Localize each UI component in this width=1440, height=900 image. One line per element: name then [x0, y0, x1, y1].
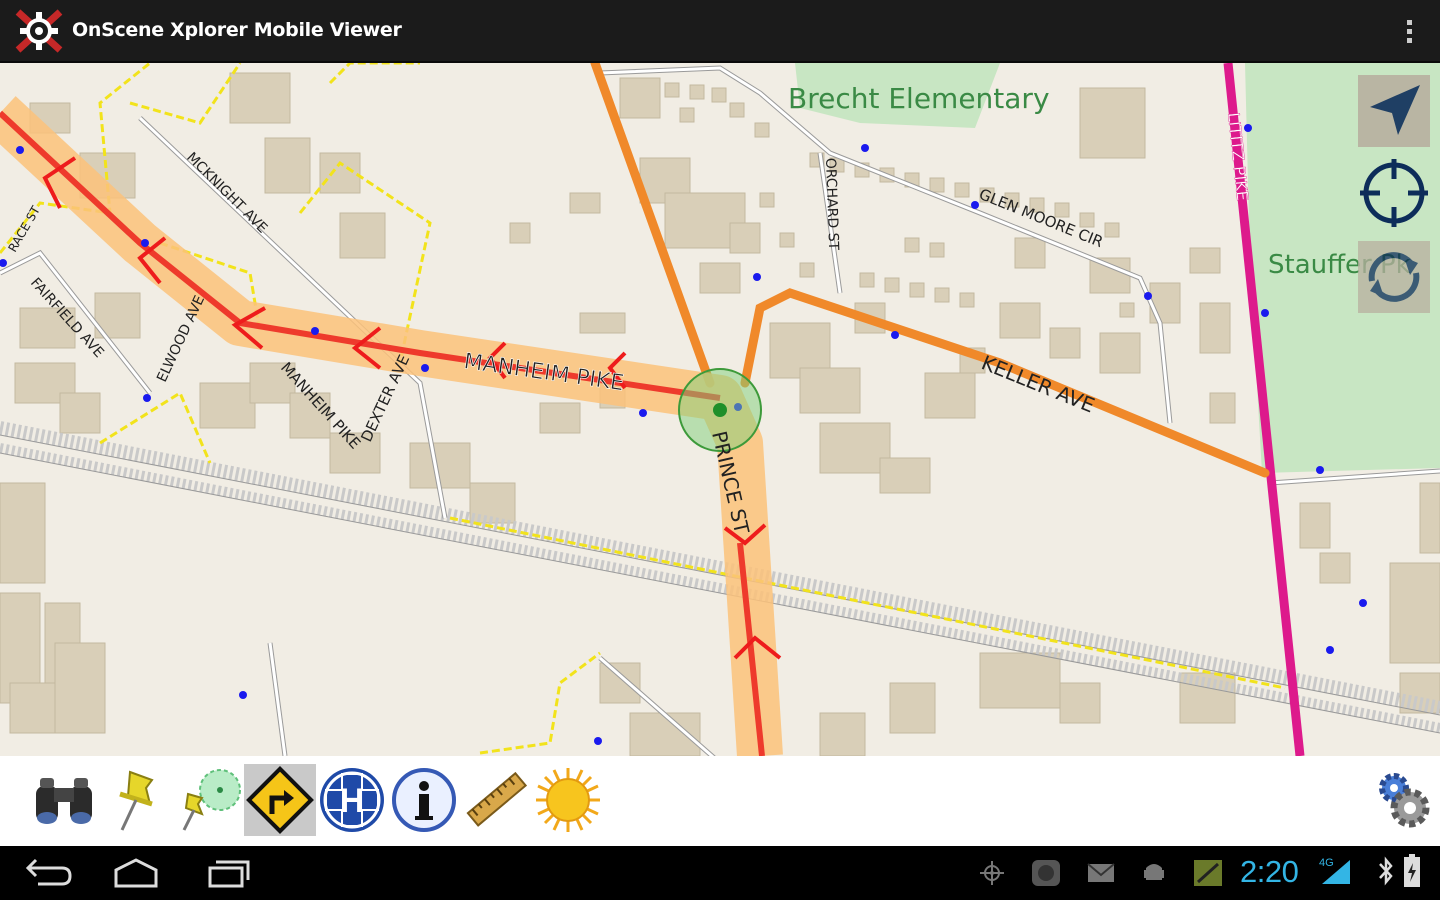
locate-button[interactable] [1358, 157, 1430, 229]
svg-text:4G: 4G [1319, 857, 1334, 869]
route-directions-tool[interactable] [244, 764, 316, 836]
school-label: Brecht Elementary [788, 82, 1050, 115]
home-icon[interactable] [106, 856, 166, 890]
refresh-button[interactable] [1358, 241, 1430, 313]
overflow-menu-icon[interactable] [1402, 18, 1418, 46]
svg-text:H: H [340, 782, 365, 820]
gps-status-icon [980, 861, 1004, 885]
route-directions-icon [246, 766, 314, 834]
keller-ave-label: KELLER AVE [978, 350, 1098, 417]
pushpin-radius-icon [182, 769, 241, 831]
elwood-ave-label: ELWOOD AVE [154, 293, 208, 385]
back-icon[interactable] [16, 856, 76, 890]
binoculars-icon [36, 778, 92, 824]
hospital-icon: H [320, 768, 384, 832]
clock: 2:20 [1240, 854, 1299, 889]
recent-apps-icon[interactable] [196, 856, 256, 890]
action-bar: OnScene Xplorer Mobile Viewer [0, 0, 1440, 63]
signal-4g-icon: 4G [1319, 857, 1350, 884]
race-st-label: RACE ST [5, 203, 43, 254]
weather-sun-icon [536, 768, 600, 832]
settings-button[interactable] [1372, 768, 1436, 832]
orchard-st-label: ORCHARD ST [822, 158, 841, 251]
settings-gears-icon [1379, 773, 1430, 828]
system-navigation-bar: 2:20 4G [0, 846, 1440, 900]
battery-icon [1404, 854, 1420, 887]
info-icon [392, 768, 456, 832]
pushpin-radius-tool[interactable] [172, 764, 244, 836]
bluetooth-icon [1379, 856, 1393, 886]
navigate-button[interactable] [1358, 75, 1430, 147]
pushpin-icon [119, 770, 154, 831]
navigation-arrow-icon [1370, 85, 1420, 135]
info-tool[interactable] [388, 764, 460, 836]
map-canvas[interactable]: Brecht Elementary Stauffer Pk MANHEIM PI… [0, 63, 1440, 756]
tool-bar: H [0, 756, 1440, 846]
weather-tool[interactable] [532, 764, 604, 836]
binoculars-tool[interactable] [28, 764, 100, 836]
email-notification-icon [1087, 863, 1115, 882]
crosshair-locate-icon [1360, 159, 1428, 227]
app-title: OnScene Xplorer Mobile Viewer [72, 19, 402, 41]
app-notification-icon [1032, 860, 1060, 886]
pushpin-tool[interactable] [100, 764, 172, 836]
mcknight-ave-label: MCKNIGHT AVE [183, 150, 270, 237]
refresh-icon [1368, 252, 1420, 302]
notes-notification-icon [1194, 860, 1222, 886]
onscene-logo-icon[interactable] [14, 8, 64, 54]
ruler-tool[interactable] [460, 764, 532, 836]
usb-debug-icon [1144, 864, 1164, 880]
hospital-tool[interactable]: H [316, 764, 388, 836]
ruler-icon [466, 771, 528, 827]
map-view[interactable]: Brecht Elementary Stauffer Pk MANHEIM PI… [0, 63, 1440, 756]
